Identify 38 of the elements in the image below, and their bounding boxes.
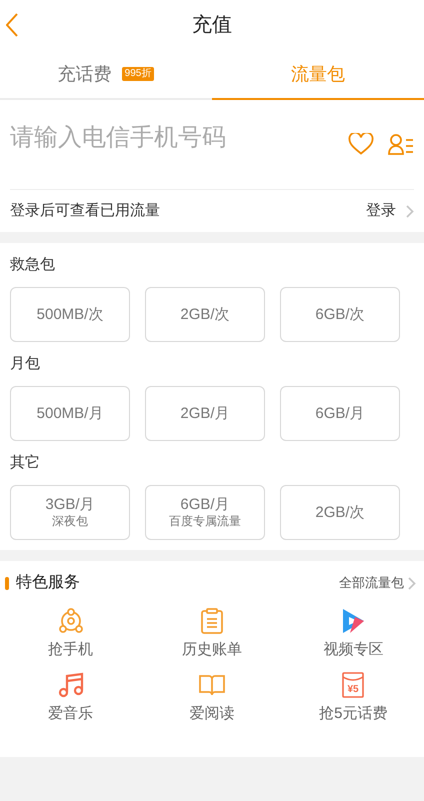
- phone-input[interactable]: 请输入电信手机号码: [10, 120, 344, 156]
- package-option[interactable]: 2GB/月: [145, 386, 265, 441]
- package-option[interactable]: 2GB/次: [145, 287, 265, 342]
- package-option[interactable]: 6GB/月: [280, 386, 400, 441]
- package-option[interactable]: 2GB/次: [280, 485, 400, 540]
- contacts-icon[interactable]: [388, 133, 414, 155]
- back-button[interactable]: [4, 12, 20, 38]
- envelope-icon: ¥5: [342, 671, 364, 699]
- package-option[interactable]: 6GB/次: [280, 287, 400, 342]
- people-circle-icon: [58, 607, 84, 635]
- package-option[interactable]: 6GB/月 百度专属流量: [145, 485, 265, 540]
- chevron-icon: [408, 576, 416, 590]
- clipboard-icon: [200, 607, 224, 635]
- section-title: 特色服务: [16, 573, 80, 593]
- play-icon: [341, 607, 366, 635]
- service-item[interactable]: 爱音乐: [0, 669, 142, 733]
- login-hint: 登录后可查看已用流量: [10, 200, 160, 221]
- accent-bar: [5, 576, 9, 590]
- page-title: 充值: [192, 13, 232, 38]
- section-title: 救急包: [10, 254, 56, 275]
- all-packages-link[interactable]: 全部流量包: [339, 573, 416, 593]
- service-item[interactable]: 爱阅读: [141, 669, 283, 733]
- heart-icon[interactable]: [348, 133, 374, 155]
- tab[interactable]: 流量包: [212, 50, 424, 100]
- service-item[interactable]: ¥5 抢5元话费: [282, 669, 424, 733]
- service-item[interactable]: 视频专区: [282, 605, 424, 669]
- service-item[interactable]: 抢手机: [0, 605, 142, 669]
- login-link[interactable]: 登录: [366, 200, 414, 222]
- section-title: 其它: [10, 452, 41, 473]
- section-title: 月包: [10, 354, 41, 374]
- tab[interactable]: 充话费 995折: [0, 50, 212, 100]
- service-item[interactable]: 历史账单: [141, 605, 283, 669]
- package-option[interactable]: 3GB/月 深夜包: [10, 485, 130, 540]
- package-option[interactable]: 500MB/月: [10, 386, 130, 441]
- chevron-icon: [406, 204, 414, 218]
- discount-badge: 995折: [122, 67, 154, 81]
- music-note-icon: [58, 671, 84, 699]
- package-option[interactable]: 500MB/次: [10, 287, 130, 342]
